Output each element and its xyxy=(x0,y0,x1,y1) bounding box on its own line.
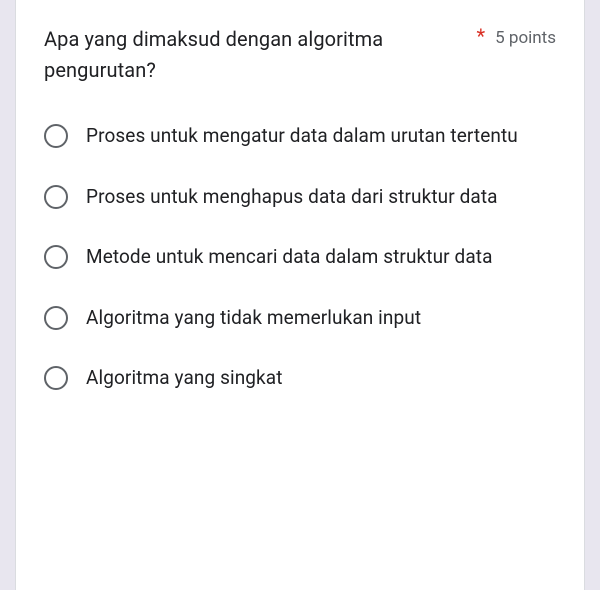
option-item[interactable]: Proses untuk menghapus data dari struktu… xyxy=(44,183,556,212)
radio-icon xyxy=(44,185,68,209)
radio-icon xyxy=(44,124,68,148)
options-list: Proses untuk mengatur data dalam urutan … xyxy=(44,122,556,393)
option-label: Proses untuk menghapus data dari struktu… xyxy=(86,183,498,212)
question-text-line: Apa yang dimaksud dengan algoritma pengu… xyxy=(44,27,383,82)
option-item[interactable]: Algoritma yang singkat xyxy=(44,364,556,393)
points-label: 5 points xyxy=(495,24,556,48)
option-label: Proses untuk mengatur data dalam urutan … xyxy=(86,122,518,151)
question-card: Apa yang dimaksud dengan algoritma pengu… xyxy=(15,0,585,590)
option-item[interactable]: Metode untuk mencari data dalam struktur… xyxy=(44,243,556,272)
option-item[interactable]: Proses untuk mengatur data dalam urutan … xyxy=(44,122,556,151)
option-item[interactable]: Algoritma yang tidak memerlukan input xyxy=(44,304,556,333)
required-mark: * xyxy=(477,24,486,48)
option-label: Metode untuk mencari data dalam struktur… xyxy=(86,243,493,272)
option-label: Algoritma yang singkat xyxy=(86,364,283,393)
option-label: Algoritma yang tidak memerlukan input xyxy=(86,304,421,333)
question-text: Apa yang dimaksud dengan algoritma pengu… xyxy=(44,24,471,86)
radio-icon xyxy=(44,366,68,390)
radio-icon xyxy=(44,306,68,330)
question-header: Apa yang dimaksud dengan algoritma pengu… xyxy=(44,24,556,86)
radio-icon xyxy=(44,245,68,269)
